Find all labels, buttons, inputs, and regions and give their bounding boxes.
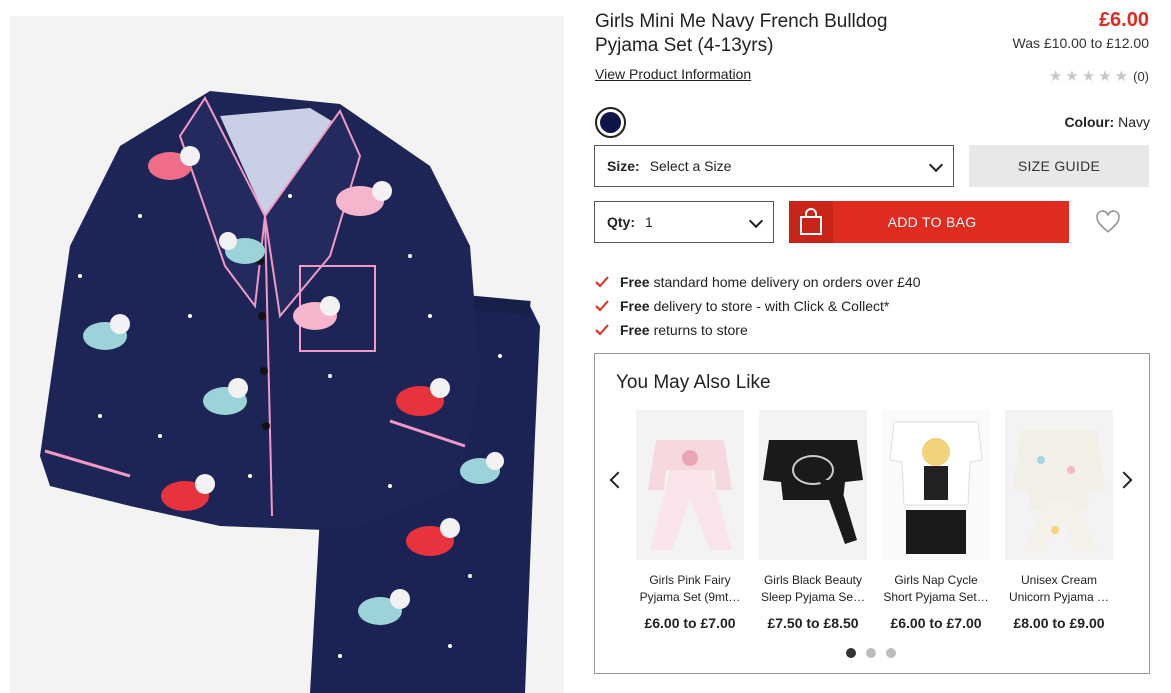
colour-indicator: Colour: Navy bbox=[1064, 114, 1150, 130]
you-may-also-like-carousel: You May Also Like Girls Pink Fairy Pyjam… bbox=[594, 353, 1150, 674]
ymal-heading: You May Also Like bbox=[616, 372, 771, 393]
pagination-dot[interactable] bbox=[846, 648, 856, 658]
size-guide-button[interactable]: SIZE GUIDE bbox=[969, 145, 1149, 187]
delivery-text: delivery to store - with Click & Collect… bbox=[653, 298, 890, 314]
pyjama-set-illustration bbox=[40, 91, 540, 693]
qty-value: 1 bbox=[645, 214, 653, 230]
size-label: Size: bbox=[607, 158, 640, 174]
recommended-product-price: £8.00 to £9.00 bbox=[1013, 615, 1105, 631]
view-product-information-link[interactable]: View Product Information bbox=[595, 66, 751, 82]
product-thumbnail[interactable] bbox=[759, 410, 867, 560]
recommended-product-price: £6.00 to £7.00 bbox=[644, 615, 736, 631]
recommended-product-card[interactable]: Girls Black Beauty Sleep Pyjama Se… £7.5… bbox=[759, 410, 867, 631]
delivery-info-list: Free standard home delivery on orders ove… bbox=[595, 270, 921, 342]
rating-stars[interactable]: ★ ★ ★ ★ ★ (0) bbox=[1049, 69, 1149, 84]
recommended-product-card[interactable]: Girls Pink Fairy Pyjama Set (9mt… £6.00 … bbox=[636, 410, 744, 631]
recommended-product-name[interactable]: Girls Black Beauty Sleep Pyjama Se… bbox=[759, 572, 867, 606]
review-count: (0) bbox=[1133, 69, 1149, 84]
chevron-left-icon[interactable] bbox=[609, 471, 627, 489]
pagination-dot[interactable] bbox=[886, 648, 896, 658]
size-value: Select a Size bbox=[649, 158, 732, 174]
recommended-product-name[interactable]: Girls Pink Fairy Pyjama Set (9mt… bbox=[636, 572, 744, 606]
star-icon: ★ bbox=[1065, 68, 1079, 85]
delivery-bold: Free bbox=[620, 274, 650, 290]
product-thumbnail[interactable] bbox=[636, 410, 744, 560]
pagination-dot[interactable] bbox=[866, 648, 876, 658]
star-icon: ★ bbox=[1114, 68, 1129, 85]
chevron-down-icon bbox=[748, 213, 764, 229]
qty-label: Qty: bbox=[607, 214, 635, 230]
delivery-item: Free returns to store bbox=[595, 318, 921, 342]
recommended-product-price: £6.00 to £7.00 bbox=[890, 615, 982, 631]
check-icon bbox=[595, 324, 609, 336]
recommended-product-card[interactable]: Girls Nap Cycle Short Pyjama Set… £6.00 … bbox=[882, 410, 990, 631]
delivery-text: returns to store bbox=[653, 322, 748, 338]
delivery-bold: Free bbox=[620, 298, 650, 314]
recommended-product-name[interactable]: Girls Nap Cycle Short Pyjama Set… bbox=[882, 572, 990, 606]
colour-value: Navy bbox=[1118, 114, 1150, 130]
star-icon: ★ bbox=[1048, 68, 1063, 85]
product-main-image[interactable] bbox=[10, 16, 564, 693]
product-thumbnail[interactable] bbox=[882, 410, 990, 560]
chevron-right-icon[interactable] bbox=[1115, 471, 1133, 489]
colour-label: Colour: bbox=[1064, 114, 1115, 130]
check-icon bbox=[595, 300, 609, 312]
current-price: £6.00 bbox=[1098, 9, 1149, 31]
delivery-bold: Free bbox=[620, 322, 650, 338]
delivery-item: Free standard home delivery on orders ove… bbox=[595, 270, 921, 294]
product-title: Girls Mini Me Navy French Bulldog Pyjama… bbox=[595, 11, 888, 56]
size-select[interactable]: Size: Select a Size bbox=[594, 145, 954, 187]
add-to-bag-button[interactable]: ADD TO BAG bbox=[789, 201, 1069, 243]
recommended-product-card[interactable]: Unisex Cream Unicorn Pyjama … £8.00 to £… bbox=[1005, 410, 1113, 631]
star-icon: ★ bbox=[1098, 68, 1112, 85]
carousel-pagination bbox=[846, 648, 896, 658]
delivery-item: Free delivery to store - with Click & Col… bbox=[595, 294, 921, 318]
heart-icon[interactable] bbox=[1095, 209, 1121, 235]
delivery-text: standard home delivery on orders over £4… bbox=[653, 274, 921, 290]
check-icon bbox=[595, 276, 609, 288]
recommended-product-name[interactable]: Unisex Cream Unicorn Pyjama … bbox=[1005, 572, 1113, 606]
colour-swatch-navy[interactable] bbox=[595, 107, 626, 138]
star-icon: ★ bbox=[1081, 68, 1096, 85]
shopping-bag-icon bbox=[789, 201, 833, 243]
recommended-product-price: £7.50 to £8.50 bbox=[767, 615, 859, 631]
quantity-select[interactable]: Qty: 1 bbox=[594, 201, 774, 243]
chevron-down-icon bbox=[928, 157, 944, 173]
was-price: Was £10.00 to £12.00 bbox=[1012, 35, 1149, 51]
add-to-bag-label: ADD TO BAG bbox=[887, 214, 977, 230]
product-thumbnail[interactable] bbox=[1005, 410, 1113, 560]
swatch-fill bbox=[600, 112, 621, 133]
